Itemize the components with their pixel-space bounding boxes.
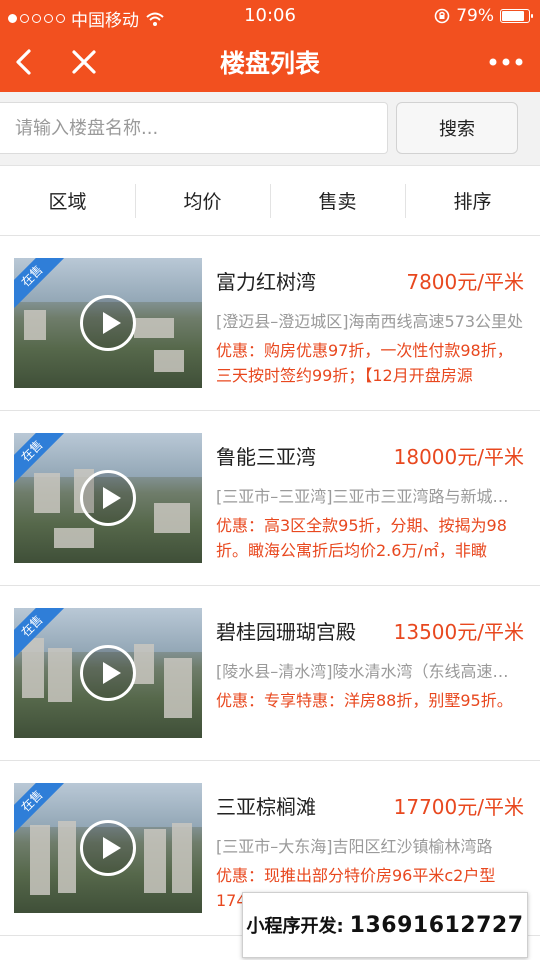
listing-promo: 优惠：高3区全款95折，分期、按揭为98折。瞰海公寓折后均价2.6万/㎡，非瞰	[216, 516, 507, 560]
search-input[interactable]	[0, 102, 388, 154]
play-icon[interactable]	[80, 295, 136, 351]
listing-video-thumbnail[interactable]: 在售	[14, 433, 202, 563]
listing-video-thumbnail[interactable]: 在售	[14, 783, 202, 913]
more-button[interactable]	[486, 44, 526, 80]
play-icon[interactable]	[80, 470, 136, 526]
listing-name: 富力红树湾	[216, 270, 316, 294]
listing-list: 在售 富力红树湾 7800元/平米 [澄迈县–澄迈城区]海南西线高速573公里处…	[0, 236, 540, 936]
listing-address: [三亚市–大东海]吉阳区红沙镇榆林湾路	[216, 837, 493, 856]
listing-name: 鲁能三亚湾	[216, 445, 316, 469]
watermark-phone: 13691612727	[349, 912, 524, 938]
battery-area: 79%	[434, 6, 533, 26]
listing-address: [澄迈县–澄迈城区]海南西线高速573公里处	[216, 312, 524, 331]
battery-icon	[500, 9, 533, 23]
filter-region[interactable]: 区域	[0, 166, 135, 235]
filter-sale-status[interactable]: 售卖	[270, 166, 405, 235]
watermark-label: 小程序开发:	[246, 916, 344, 937]
listing-address: [陵水县–清水湾]陵水清水湾（东线高速出口）	[216, 662, 524, 681]
listing-address: [三亚市–三亚湾]三亚市三亚湾路与新城路交汇处	[216, 487, 524, 506]
listing-video-thumbnail[interactable]: 在售	[14, 608, 202, 738]
battery-percent: 79%	[456, 6, 494, 26]
listing-card[interactable]: 在售 鲁能三亚湾 18000元/平米 [三亚市–三亚湾]三亚市三亚湾路与新城路交…	[0, 411, 540, 586]
more-icon	[489, 58, 523, 66]
search-button[interactable]: 搜索	[396, 102, 518, 154]
listing-card[interactable]: 在售 碧桂园珊瑚宫殿 13500元/平米 [陵水县–清水湾]陵水清水湾（东线高速…	[0, 586, 540, 761]
listing-price: 18000元/平米	[393, 445, 524, 469]
nav-bar: 楼盘列表	[0, 32, 540, 92]
listing-card[interactable]: 在售 富力红树湾 7800元/平米 [澄迈县–澄迈城区]海南西线高速573公里处…	[0, 236, 540, 411]
listing-price: 7800元/平米	[406, 270, 524, 294]
status-bar: 中国移动 10:06 79%	[0, 0, 540, 32]
play-icon[interactable]	[80, 645, 136, 701]
page-title: 楼盘列表	[219, 49, 320, 78]
listing-name: 碧桂园珊瑚宫殿	[216, 620, 356, 644]
search-bar: 搜索	[0, 92, 540, 166]
filter-avg-price[interactable]: 均价	[135, 166, 270, 235]
filter-bar: 区域 均价 售卖 排序	[0, 166, 540, 236]
listing-price: 17700元/平米	[393, 795, 524, 819]
orientation-lock-icon	[434, 8, 450, 24]
play-icon[interactable]	[80, 820, 136, 876]
listing-name: 三亚棕榈滩	[216, 795, 316, 819]
contact-watermark: 小程序开发: 13691612727	[242, 892, 528, 958]
listing-price: 13500元/平米	[393, 620, 524, 644]
listing-promo: 优惠：专享特惠：洋房88折，别墅95折。	[216, 691, 513, 710]
listing-video-thumbnail[interactable]: 在售	[14, 258, 202, 388]
filter-sort[interactable]: 排序	[405, 166, 540, 235]
listing-promo: 优惠：购房优惠97折，一次性付款98折，三天按时签约99折；【12月开盘房源	[216, 341, 513, 385]
